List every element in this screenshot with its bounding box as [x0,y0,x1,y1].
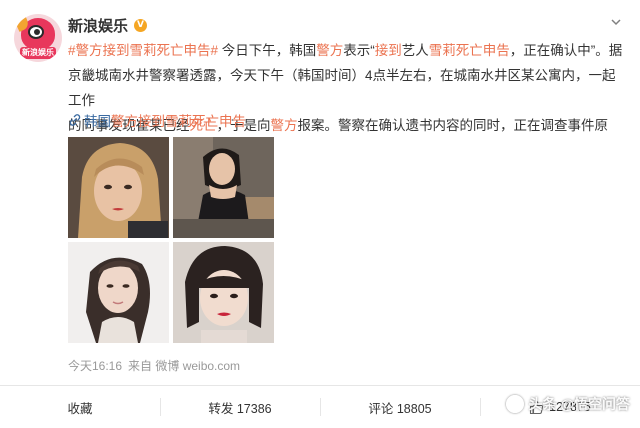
favorite-button[interactable]: 收藏 [0,386,160,428]
post-text-segment: 表示“ [343,43,375,58]
keyword-link[interactable]: 雪莉死亡申告 [429,43,510,58]
chevron-down-icon[interactable] [610,16,622,28]
photo-3[interactable] [68,242,169,343]
comment-label: 评论 18805 [368,401,432,416]
avatar-label: 新浪娱乐 [20,47,56,59]
watermark-text: 头条 @悟空问答 [528,396,630,412]
post-line-1: #警方接到雪莉死亡申告# 今日下午，韩国警方表示“接到艺人雪莉死亡申告，正在确认… [68,38,628,63]
link-icon [69,114,81,126]
post-meta: 今天16:16 来自 微博 weibo.com [68,357,240,374]
keyword-link[interactable]: 接到 [375,43,402,58]
photo-1[interactable] [68,137,169,238]
favorite-label: 收藏 [67,401,93,416]
post-text-segment: ，正在确认中”。据 [509,43,623,58]
keyword-link[interactable]: 警方 [271,118,298,133]
keyword-link[interactable]: 警方 [316,43,343,58]
account-name[interactable]: 新浪娱乐 [68,15,128,36]
eye-icon [28,25,44,39]
post-time[interactable]: 今天16:16 [68,357,122,374]
post-text-segment: 今日下午，韩国 [218,43,317,58]
topic-hashtag[interactable]: #警方接到雪莉死亡申告# [68,43,218,58]
avatar[interactable]: 新浪娱乐 [14,14,62,62]
photo-2[interactable] [173,137,274,238]
verified-badge-icon: V [134,18,148,32]
watermark: 头条 @悟空问答 [506,394,630,414]
post-text-segment: 艺人 [401,43,429,58]
photo-4[interactable] [173,242,274,343]
repost-button[interactable]: 转发 17386 [160,386,320,428]
topic-link-prefix: 韩国 [84,114,111,129]
repost-label: 转发 17386 [208,401,272,416]
post-line-2: 京畿城南水井警察署透露，今天下午（韩国时间）4点半左右，在城南水井区某公寓内，一… [68,68,616,108]
post-source[interactable]: 来自 微博 weibo.com [128,357,240,374]
topic-link-highlight: 警方接到雪莉死亡申告 [111,114,246,129]
topic-link[interactable]: 韩国 警方接到雪莉死亡申告 [68,110,246,130]
comment-button[interactable]: 评论 18805 [320,386,480,428]
watermark-logo-icon [506,395,525,413]
account-header: 新浪娱乐 V [68,14,148,36]
